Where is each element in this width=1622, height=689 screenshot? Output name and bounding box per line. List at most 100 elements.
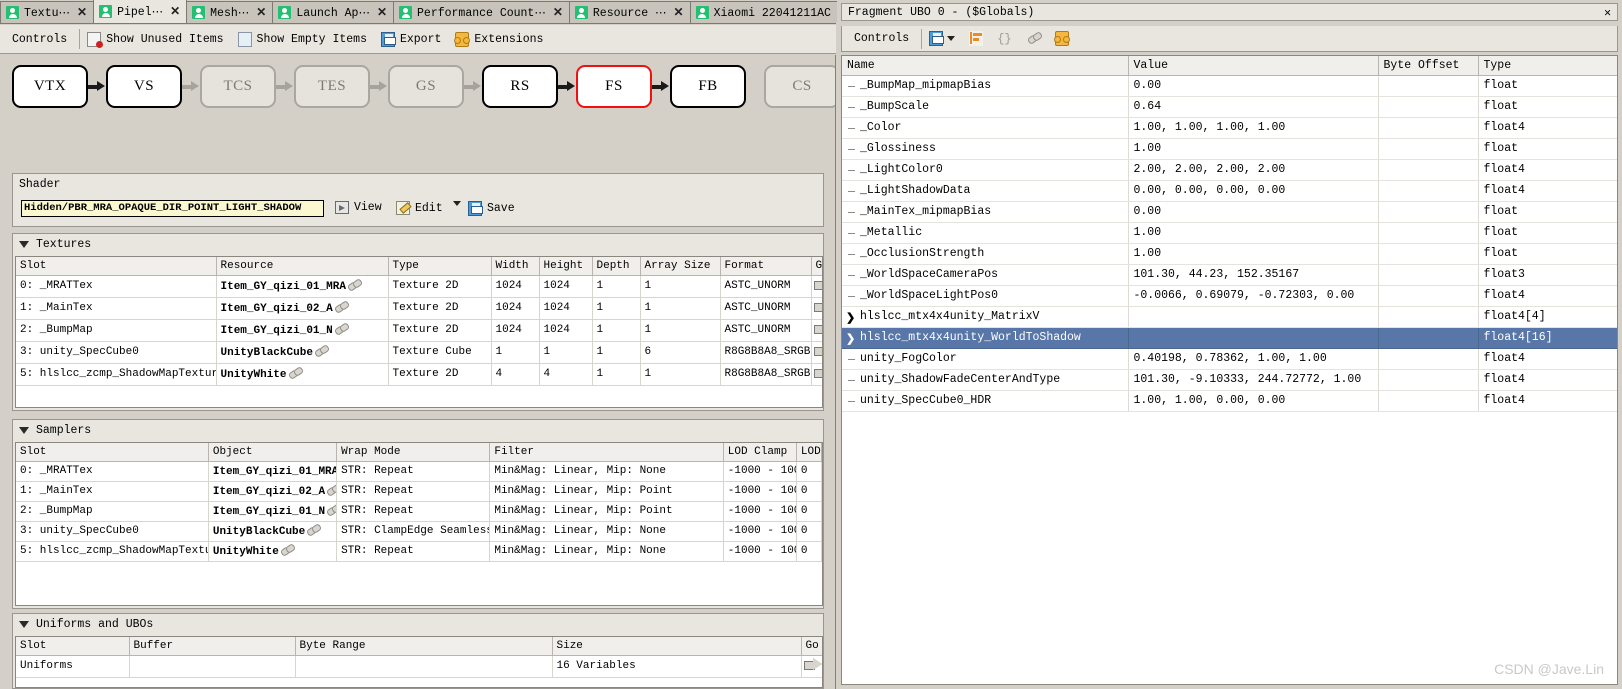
- link-icon[interactable]: [315, 346, 328, 357]
- ubo-row[interactable]: ❯ hlslcc_mtx4x4unity_WorldToShadow float4[…: [842, 327, 1617, 349]
- link-icon[interactable]: [307, 525, 320, 536]
- uniforms-section-header[interactable]: Uniforms and UBOs: [19, 618, 153, 631]
- ubo-link-button[interactable]: [1022, 31, 1051, 46]
- table-row[interactable]: 3: unity_SpecCube0 UnityBlackCube Texture …: [16, 341, 822, 364]
- ubo-panel-close-icon[interactable]: ✕: [1604, 5, 1611, 20]
- link-icon[interactable]: [327, 505, 336, 516]
- column-header[interactable]: Size: [552, 637, 802, 656]
- ubo-row[interactable]: _MainTex_mipmapBias 0.00 float: [842, 201, 1617, 223]
- column-header[interactable]: Format: [720, 257, 812, 276]
- pipeline-stage-tes[interactable]: TES: [294, 65, 370, 108]
- ubo-export-dropdown[interactable]: [947, 34, 965, 43]
- column-header[interactable]: Height: [539, 257, 593, 276]
- tab-3[interactable]: Launch Ap⋯ ✕: [272, 1, 395, 23]
- tab-5[interactable]: Resource ⋯ ✕: [568, 1, 691, 23]
- export-button[interactable]: Export: [377, 30, 451, 49]
- table-row[interactable]: Uniforms 16 Variables: [16, 655, 822, 678]
- pipeline-stage-vtx[interactable]: VTX: [12, 65, 88, 108]
- go-button[interactable]: [811, 319, 822, 342]
- ubo-column-header[interactable]: Name: [842, 56, 1129, 76]
- ubo-row[interactable]: _Metallic 1.00 float: [842, 222, 1617, 244]
- column-header[interactable]: Filter: [489, 443, 724, 462]
- tab-close-icon[interactable]: ✕: [377, 5, 387, 20]
- show-empty-items-button[interactable]: Show Empty Items: [234, 30, 377, 49]
- link-icon[interactable]: [281, 545, 294, 556]
- extensions-button[interactable]: Extensions: [451, 30, 553, 49]
- link-icon[interactable]: [335, 324, 348, 335]
- go-button[interactable]: [811, 297, 822, 320]
- column-header[interactable]: Wrap Mode: [336, 443, 491, 462]
- pipeline-stage-cs[interactable]: CS: [764, 65, 835, 108]
- go-button[interactable]: [811, 363, 822, 386]
- tab-0[interactable]: Textu⋯ ✕: [0, 1, 95, 23]
- column-header[interactable]: Slot: [16, 443, 209, 462]
- ubo-row[interactable]: _WorldSpaceCameraPos 101.30, 44.23, 152.3…: [842, 264, 1617, 286]
- samplers-section-header[interactable]: Samplers: [19, 424, 91, 437]
- table-row[interactable]: 3: unity_SpecCube0 UnityBlackCube STR: Cla…: [16, 521, 822, 542]
- ubo-column-header[interactable]: Type: [1478, 56, 1617, 76]
- column-header[interactable]: LOD Bias: [796, 443, 822, 462]
- ubo-row[interactable]: _BumpMap_mipmapBias 0.00 float: [842, 75, 1617, 97]
- tab-2[interactable]: Mesh⋯ ✕: [186, 1, 274, 23]
- ubo-row[interactable]: unity_SpecCube0_HDR 1.00, 1.00, 0.00, 0.0…: [842, 390, 1617, 412]
- textures-section-header[interactable]: Textures: [19, 238, 91, 251]
- go-button[interactable]: [801, 655, 822, 678]
- column-header[interactable]: Array Size: [640, 257, 721, 276]
- column-header[interactable]: LOD Clamp: [723, 443, 797, 462]
- shader-save-button[interactable]: Save: [468, 201, 515, 216]
- tab-close-icon[interactable]: ✕: [256, 5, 266, 20]
- table-row[interactable]: 2: _BumpMap Item_GY_qizi_01_N STR: Repeat M…: [16, 501, 822, 522]
- ubo-row[interactable]: _BumpScale 0.64 float: [842, 96, 1617, 118]
- column-header[interactable]: Resource: [216, 257, 389, 276]
- tab-1[interactable]: Pipel⋯ ✕: [93, 0, 188, 23]
- tab-close-icon[interactable]: ✕: [170, 4, 180, 19]
- tab-4[interactable]: Performance Count⋯ ✕: [393, 1, 570, 23]
- ubo-layout-button[interactable]: [965, 29, 993, 48]
- column-header[interactable]: Byte Range: [295, 637, 553, 656]
- ubo-row[interactable]: unity_ShadowFadeCenterAndType 101.30, -9.…: [842, 369, 1617, 391]
- ubo-braces-button[interactable]: {}: [993, 30, 1021, 48]
- table-row[interactable]: 1: _MainTex Item_GY_qizi_02_A STR: Repeat M…: [16, 481, 822, 502]
- chevron-right-icon[interactable]: ❯: [846, 332, 855, 346]
- link-icon[interactable]: [348, 280, 361, 291]
- column-header[interactable]: Go: [801, 637, 822, 656]
- pipeline-stage-vs[interactable]: VS: [106, 65, 182, 108]
- column-header[interactable]: Depth: [592, 257, 641, 276]
- chevron-right-icon[interactable]: ❯: [846, 311, 855, 325]
- column-header[interactable]: Buffer: [129, 637, 296, 656]
- ubo-row[interactable]: _Glossiness 1.00 float: [842, 138, 1617, 160]
- table-row[interactable]: 2: _BumpMap Item_GY_qizi_01_N Texture 2D 10…: [16, 319, 822, 342]
- link-icon[interactable]: [327, 485, 336, 496]
- table-row[interactable]: 0: _MRATTex Item_GY_qizi_01_MRA STR: Repea…: [16, 461, 822, 482]
- go-button[interactable]: [811, 341, 822, 364]
- pipeline-stage-gs[interactable]: GS: [388, 65, 464, 108]
- ubo-row[interactable]: ❯ hlslcc_mtx4x4unity_MatrixV float4[4]: [842, 306, 1617, 328]
- pipeline-stage-fs[interactable]: FS: [576, 65, 652, 108]
- tab-close-icon[interactable]: ✕: [77, 5, 87, 20]
- pipeline-stage-fb[interactable]: FB: [670, 65, 746, 108]
- shader-edit-dropdown[interactable]: [453, 201, 461, 206]
- ubo-column-header[interactable]: Byte Offset: [1378, 56, 1479, 76]
- ubo-row[interactable]: _WorldSpaceLightPos0 -0.0066, 0.69079, -0…: [842, 285, 1617, 307]
- column-header[interactable]: Slot: [16, 257, 217, 276]
- column-header[interactable]: Width: [491, 257, 540, 276]
- column-header[interactable]: Slot: [16, 637, 130, 656]
- shader-edit-button[interactable]: Edit: [396, 201, 443, 215]
- ubo-column-header[interactable]: Value: [1128, 56, 1379, 76]
- ubo-row[interactable]: unity_FogColor 0.40198, 0.78362, 1.00, 1.…: [842, 348, 1617, 370]
- ubo-row[interactable]: _LightShadowData 0.00, 0.00, 0.00, 0.00 fl…: [842, 180, 1617, 202]
- column-header[interactable]: Go: [811, 257, 822, 276]
- link-icon[interactable]: [289, 368, 302, 379]
- link-icon[interactable]: [335, 302, 348, 313]
- table-row[interactable]: 0: _MRATTex Item_GY_qizi_01_MRA Texture 2D…: [16, 275, 822, 298]
- ubo-row[interactable]: _Color 1.00, 1.00, 1.00, 1.00 float4: [842, 117, 1617, 139]
- table-row[interactable]: 5: hlslcc_zcmp_ShadowMapTexture UnityWhit…: [16, 363, 822, 386]
- tab-close-icon[interactable]: ✕: [674, 5, 684, 20]
- shader-name-field[interactable]: Hidden/PBR_MRA_OPAQUE_DIR_POINT_LIGHT_SH…: [21, 200, 324, 217]
- show-unused-items-button[interactable]: Show Unused Items: [83, 30, 233, 49]
- column-header[interactable]: Type: [388, 257, 492, 276]
- ubo-row[interactable]: _OcclusionStrength 1.00 float: [842, 243, 1617, 265]
- pipeline-stage-tcs[interactable]: TCS: [200, 65, 276, 108]
- ubo-row[interactable]: _LightColor0 2.00, 2.00, 2.00, 2.00 float4: [842, 159, 1617, 181]
- pipeline-stage-rs[interactable]: RS: [482, 65, 558, 108]
